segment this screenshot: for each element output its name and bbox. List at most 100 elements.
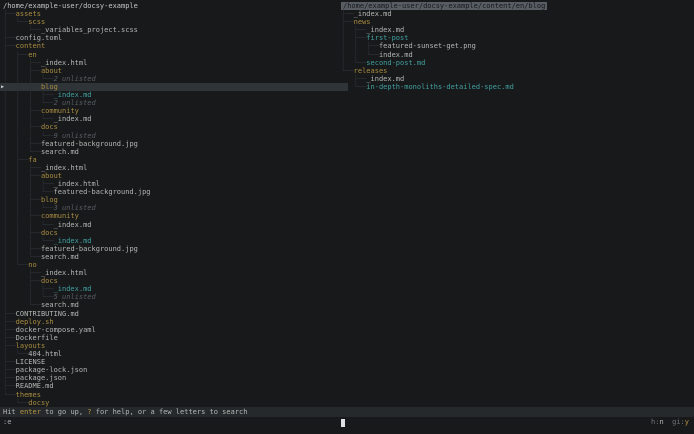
- tree-branch-lines: ├──: [341, 18, 354, 26]
- tree-branch-lines: └──: [341, 83, 366, 91]
- tree-row-search-md[interactable]: │ └──search.md: [0, 301, 348, 309]
- tree-branch-lines: │ │ ├──: [3, 245, 41, 253]
- tree-row-featured-background-jpg[interactable]: │ │ ├──featured-background.jpg: [0, 140, 348, 148]
- entry-label: 404.html: [28, 350, 62, 358]
- tree-row-search-md[interactable]: │ │ └──search.md: [0, 253, 348, 261]
- left-tree-rows: ├──assets│ └──scss│ └──_variables_projec…: [0, 10, 348, 407]
- tree-row-releases[interactable]: └──releases: [340, 67, 694, 75]
- tree-branch-lines: │ │ ├──: [3, 59, 41, 67]
- entry-label: docs: [41, 229, 58, 237]
- tree-row-404-html[interactable]: │ └──404.html: [0, 350, 348, 358]
- tree-row-deploy-sh[interactable]: ├──deploy.sh: [0, 318, 348, 326]
- tree-row-en[interactable]: │ ├──en: [0, 51, 348, 59]
- tree-branch-lines: │ │ └──: [341, 51, 379, 59]
- tree-row-license[interactable]: ├──LICENSE: [0, 358, 348, 366]
- tree-row-assets[interactable]: ├──assets: [0, 10, 348, 18]
- tree-row-about[interactable]: │ │ ├──about: [0, 67, 348, 75]
- tree-branch-lines: │ └──: [3, 301, 41, 309]
- tree-row-readme-md[interactable]: ├──README.md: [0, 382, 348, 390]
- entry-label: releases: [354, 67, 388, 75]
- tree-row-config-toml[interactable]: ├──config.toml: [0, 34, 348, 42]
- tree-row-community[interactable]: │ │ ├──community: [0, 212, 348, 220]
- tree-row--index-md[interactable]: │ │ │ └──_index.md: [0, 237, 348, 245]
- tree-branch-lines: ├──: [3, 334, 16, 342]
- entry-label: _index.md: [54, 221, 92, 229]
- tree-row--index-md[interactable]: ├──_index.md: [340, 10, 694, 18]
- tree-branch-lines: ├──: [3, 10, 16, 18]
- flag-value-h: n: [659, 418, 663, 426]
- right-panel-input-cursor[interactable]: [341, 419, 345, 427]
- tree-branch-lines: │ │ │ └──: [3, 99, 54, 107]
- tree-row-no[interactable]: │ └──no: [0, 261, 348, 269]
- tree-branch-lines: ├──: [3, 382, 16, 390]
- tree-branch-lines: │ │ ├──: [3, 229, 41, 237]
- tree-row--index-html[interactable]: │ │ ├──_index.html: [0, 59, 348, 67]
- tree-row-dockerfile[interactable]: ├──Dockerfile: [0, 334, 348, 342]
- tree-row-9-unlisted[interactable]: │ │ │ └──9 unlisted: [0, 132, 348, 140]
- right-tree-rows: ├──_index.md├──news│ ├──_index.md│ ├──fi…: [340, 10, 694, 91]
- left-panel-root-path[interactable]: /home/example-user/docsy-example: [0, 2, 348, 10]
- tree-branch-lines: ├──: [3, 42, 16, 50]
- entry-label: featured-sunset-get.png: [379, 42, 476, 50]
- tree-row--index-html[interactable]: │ │ ├──_index.html: [0, 164, 348, 172]
- tree-row-about[interactable]: │ │ ├──about: [0, 172, 348, 180]
- entry-label: assets: [16, 10, 41, 18]
- tree-branch-lines: ├──: [3, 358, 16, 366]
- tree-row-content[interactable]: ├──content: [0, 42, 348, 50]
- tree-row--index-html[interactable]: │ ├──_index.html: [0, 269, 348, 277]
- tree-row--index-md[interactable]: │ │ │ ├──_index.md: [0, 91, 348, 99]
- tree-branch-lines: │ ├──: [3, 156, 28, 164]
- tree-row-search-md[interactable]: │ │ └──search.md: [0, 148, 348, 156]
- tree-branch-lines: │ │ ├──: [3, 172, 41, 180]
- tree-branch-lines: │ │ └──: [3, 253, 41, 261]
- tree-branch-lines: │ ├──: [3, 51, 28, 59]
- left-panel-input[interactable]: :e: [3, 418, 11, 427]
- entry-label: featured-background.jpg: [54, 188, 151, 196]
- tree-row-featured-sunset-get-png[interactable]: │ │ ├──featured-sunset-get.png: [340, 42, 694, 50]
- entry-label: index.md: [379, 51, 413, 59]
- tree-row-featured-background-jpg[interactable]: │ │ ├──featured-background.jpg: [0, 245, 348, 253]
- tree-row-2-unlisted[interactable]: │ │ │ └──2 unlisted: [0, 99, 348, 107]
- input-line: :e h:n gi:y: [0, 418, 694, 427]
- entry-label: no: [28, 261, 36, 269]
- entry-label: deploy.sh: [16, 318, 54, 326]
- entry-label: _index.md: [54, 115, 92, 123]
- tree-branch-lines: ├──: [341, 75, 366, 83]
- tree-row-docker-compose-yaml[interactable]: ├──docker-compose.yaml: [0, 326, 348, 334]
- file-tree-panel-left: /home/example-user/docsy-example ├──asse…: [0, 2, 348, 407]
- entry-label: search.md: [41, 301, 79, 309]
- entry-label: about: [41, 67, 62, 75]
- tree-branch-lines: │ │ ├──: [3, 83, 41, 91]
- entry-label: _index.md: [354, 10, 392, 18]
- tree-row-second-post-md[interactable]: │ └──second-post.md: [340, 59, 694, 67]
- tree-row--index-html[interactable]: │ │ │ ├──_index.html: [0, 180, 348, 188]
- tree-branch-lines: │ │ │ └──: [3, 132, 54, 140]
- tree-row-docsy[interactable]: └──docsy: [0, 399, 348, 407]
- tree-row-2-unlisted[interactable]: │ │ │ └──2 unlisted: [0, 75, 348, 83]
- tree-row-in-depth-monoliths-detailed-spec-md[interactable]: └──in-depth-monoliths-detailed-spec.md: [340, 83, 694, 91]
- tree-row-layouts[interactable]: ├──layouts: [0, 342, 348, 350]
- status-text: for help, or a few letters to search: [92, 408, 248, 416]
- tree-row-docs[interactable]: │ │ ├──docs: [0, 229, 348, 237]
- tree-row--index-md[interactable]: │ │ │ └──_index.md: [0, 221, 348, 229]
- tree-row-contributing-md[interactable]: ├──CONTRIBUTING.md: [0, 310, 348, 318]
- tree-row-blog[interactable]: │ │ ├──blog▶: [0, 83, 348, 91]
- file-tree-panel-right: /home/example-user/docsy-example/content…: [340, 2, 694, 91]
- tree-row--index-md[interactable]: ├──_index.md: [340, 75, 694, 83]
- tree-row-docs[interactable]: │ │ ├──docs: [0, 123, 348, 131]
- entry-label: Dockerfile: [16, 334, 58, 342]
- entry-label: featured-background.jpg: [41, 140, 138, 148]
- tree-row-themes[interactable]: └──themes: [0, 391, 348, 399]
- entry-label: news: [354, 18, 371, 26]
- selection-arrow-icon: ▶: [1, 83, 4, 91]
- tree-branch-lines: │ │ ├──: [3, 123, 41, 131]
- entry-label: search.md: [41, 253, 79, 261]
- tree-branch-lines: │ ├──: [3, 277, 41, 285]
- tree-branch-lines: │ │ ├──: [341, 42, 379, 50]
- tree-row-fa[interactable]: │ ├──fa: [0, 156, 348, 164]
- tree-row-index-md[interactable]: │ │ └──index.md: [340, 51, 694, 59]
- entry-label: en: [28, 51, 36, 59]
- tree-branch-lines: ├──: [3, 310, 16, 318]
- entry-label: fa: [28, 156, 36, 164]
- entry-label: LICENSE: [16, 358, 46, 366]
